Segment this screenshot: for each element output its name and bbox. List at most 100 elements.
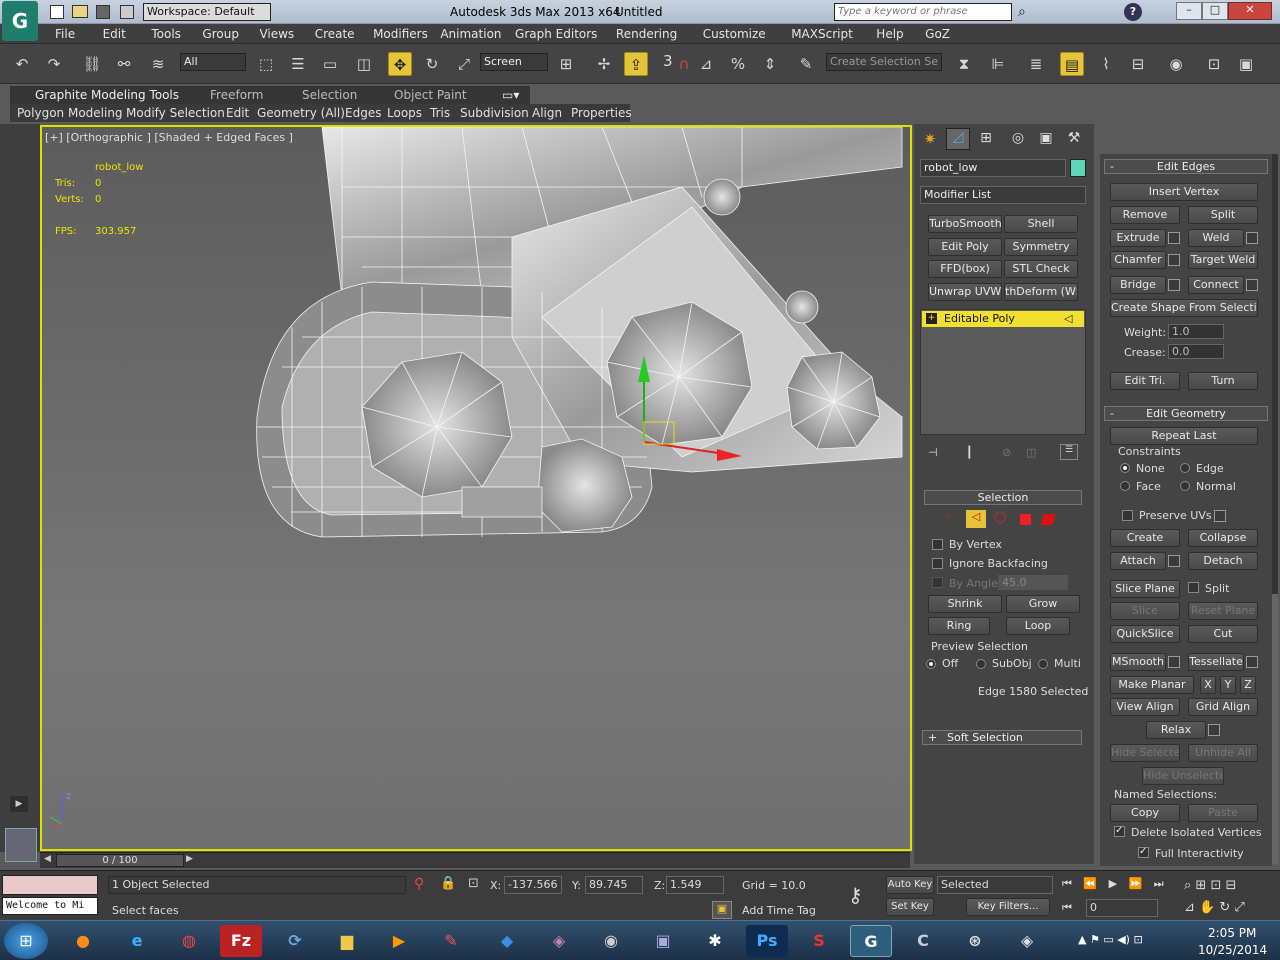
create-tab-icon[interactable]: ✷ <box>920 130 940 150</box>
quick-access-save-icon[interactable] <box>96 5 110 19</box>
extrude-settings-icon[interactable] <box>1168 232 1180 244</box>
grid-align-button[interactable]: Grid Align <box>1188 698 1258 716</box>
expand-arrow-icon[interactable]: ▶ <box>10 796 28 812</box>
goto-end-icon[interactable]: ⏭ <box>1154 877 1164 890</box>
workspace-dropdown[interactable]: Workspace: Default <box>143 3 271 21</box>
tab-object-paint[interactable]: Object Paint <box>394 88 467 102</box>
file-explorer-icon[interactable]: ▆ <box>326 925 368 957</box>
quick-access-project-icon[interactable] <box>120 5 134 19</box>
minimize-button[interactable]: – <box>1176 2 1202 20</box>
bridge-button[interactable]: Bridge <box>1110 276 1166 294</box>
maxscript-output[interactable]: Welcome to Mi <box>2 897 98 915</box>
link-icon[interactable]: ⛓ <box>80 52 104 76</box>
rect-selection-icon[interactable]: ▭ <box>318 52 342 76</box>
modifier-list-dropdown[interactable]: Modifier List <box>920 186 1086 204</box>
planar-z-button[interactable]: Z <box>1240 676 1256 694</box>
redo-icon[interactable]: ↷ <box>42 52 66 76</box>
ribbon-options-icon[interactable]: ▭▾ <box>502 88 519 102</box>
target-weld-button[interactable]: Target Weld <box>1188 251 1258 269</box>
soft-selection-rollout-header[interactable]: + Soft Selection <box>922 730 1082 745</box>
edit-geometry-rollout-header[interactable]: - Edit Geometry <box>1104 406 1268 421</box>
panel-edit[interactable]: Edit <box>226 106 249 120</box>
panel-properties[interactable]: Properties <box>571 106 632 120</box>
clock-date[interactable]: 10/25/2014 <box>1198 943 1267 957</box>
current-frame-field[interactable]: 0 <box>1086 899 1158 917</box>
by-vertex-checkbox[interactable] <box>932 539 943 550</box>
border-mode-icon[interactable]: ◯ <box>994 510 1006 523</box>
menu-customize[interactable]: Customize <box>703 24 766 41</box>
chamfer-settings-icon[interactable] <box>1168 254 1180 266</box>
app-c-icon[interactable]: C <box>902 925 944 957</box>
select-manipulate-icon[interactable]: ✢ <box>592 52 616 76</box>
relax-button[interactable]: Relax <box>1146 721 1206 739</box>
play-icon[interactable]: ▶ <box>1109 877 1117 890</box>
slice-button[interactable]: Slice <box>1110 602 1180 620</box>
menu-views[interactable]: Views <box>259 24 294 41</box>
search-input[interactable]: Type a keyword or phrase <box>834 3 1012 21</box>
maxscript-mini-listener[interactable] <box>2 875 98 895</box>
quick-access-new-icon[interactable] <box>50 5 64 19</box>
orbit-icon[interactable]: ↻ <box>1219 900 1230 915</box>
edge-mode-icon[interactable]: ◁ <box>966 510 986 528</box>
turbosmooth-button[interactable]: TurboSmooth <box>928 215 1002 233</box>
help-icon[interactable]: ? <box>1124 3 1142 21</box>
firefox-icon[interactable]: ● <box>62 925 104 957</box>
hierarchy-tab-icon[interactable]: ⊞ <box>976 130 996 150</box>
viewport-label[interactable]: [+] [Orthographic ] [Shaded + Edged Face… <box>45 131 293 144</box>
time-slider[interactable]: ◀ 0 / 100 ▶ <box>40 852 910 868</box>
y-coord-field[interactable]: 89.745 <box>585 876 643 894</box>
percent-snap-icon[interactable]: % <box>726 52 750 76</box>
menu-tools[interactable]: Tools <box>151 24 181 41</box>
slice-plane-button[interactable]: Slice Plane <box>1110 580 1180 598</box>
media-player-icon[interactable]: ▶ <box>378 925 420 957</box>
chamfer-button[interactable]: Chamfer <box>1110 251 1166 269</box>
weld-button[interactable]: Weld <box>1188 229 1244 247</box>
view-align-button[interactable]: View Align <box>1110 698 1180 716</box>
rendered-frame-icon[interactable]: ▣ <box>1234 52 1258 76</box>
pin-stack-icon[interactable]: ⊣ <box>928 446 938 459</box>
render-setup-icon[interactable]: ⊡ <box>1202 52 1226 76</box>
make-unique-icon[interactable]: ⊘ <box>1002 446 1011 459</box>
binoculars-icon[interactable]: ⌕ <box>1018 4 1026 20</box>
start-button[interactable]: ⊞ <box>4 923 48 959</box>
vertex-mode-icon[interactable]: ⁘ <box>944 510 953 523</box>
delete-isolated-checkbox[interactable]: ✓ <box>1114 825 1125 837</box>
zoom-extents-all-icon[interactable]: ⊟ <box>1226 878 1237 893</box>
detach-button[interactable]: Detach <box>1188 552 1258 570</box>
constraint-edge-radio[interactable] <box>1180 463 1190 473</box>
menu-help[interactable]: Help <box>876 24 903 41</box>
element-mode-icon[interactable] <box>1040 514 1056 525</box>
hide-unselected-button[interactable]: Hide Unselected <box>1142 767 1224 785</box>
path-deform-button[interactable]: thDeform (WSI <box>1004 283 1078 301</box>
cut-button[interactable]: Cut <box>1188 625 1258 643</box>
hide-selected-button[interactable]: Hide Selected <box>1110 744 1180 762</box>
display-tab-icon[interactable]: ▣ <box>1036 130 1056 150</box>
angle-spinner[interactable]: 45.0 <box>998 575 1068 590</box>
ring-button[interactable]: Ring <box>928 617 990 635</box>
select-object-icon[interactable]: ⬚ <box>254 52 278 76</box>
scale-icon[interactable]: ⤢ <box>452 52 476 76</box>
constraint-none-radio[interactable] <box>1120 463 1130 473</box>
panel-geometry-all[interactable]: Geometry (All) <box>257 106 345 120</box>
split-edge-button[interactable]: Split <box>1188 206 1258 224</box>
menu-graph-editors[interactable]: Graph Editors <box>515 24 597 41</box>
polygon-mode-icon[interactable] <box>1020 514 1031 525</box>
panel-loops[interactable]: Loops <box>387 106 422 120</box>
panel-subdivision[interactable]: Subdivision <box>460 106 529 120</box>
prev-frame-icon[interactable]: ⏪ <box>1083 877 1097 890</box>
remove-modifier-icon[interactable]: ◫ <box>1026 446 1036 459</box>
reset-plane-button[interactable]: Reset Plane <box>1188 602 1258 620</box>
unlink-icon[interactable]: ⚯ <box>112 52 136 76</box>
modify-tab-icon[interactable]: ◿ <box>946 128 970 150</box>
bridge-settings-icon[interactable] <box>1168 279 1180 291</box>
sketchup-icon[interactable]: S <box>798 925 840 957</box>
tray-icons[interactable]: ▲ ⚑ ▭ ◀) ⊡ <box>1078 933 1143 946</box>
collapse-button[interactable]: Collapse <box>1188 529 1258 547</box>
curve-editor-icon[interactable]: ⌇ <box>1094 52 1118 76</box>
ignore-backfacing-checkbox[interactable] <box>932 558 943 569</box>
menu-edit[interactable]: Edit <box>103 24 126 41</box>
planar-y-button[interactable]: Y <box>1220 676 1236 694</box>
dropbox-icon[interactable]: ◆ <box>486 925 528 957</box>
panel-tris[interactable]: Tris <box>430 106 450 120</box>
layer-manager-icon[interactable]: ≣ <box>1024 52 1048 76</box>
